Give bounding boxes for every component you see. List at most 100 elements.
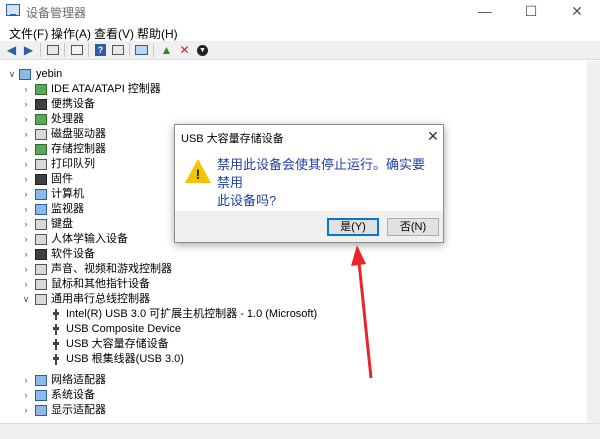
monitor-icon bbox=[35, 204, 47, 215]
usb-icon bbox=[52, 309, 60, 320]
dialog-body: ! 禁用此设备会使其停止运行。确实要禁用 此设备吗? bbox=[175, 147, 443, 211]
close-button[interactable]: ✕ bbox=[554, 0, 600, 22]
tree-item-label: 计算机 bbox=[51, 188, 84, 200]
disk-drive-icon bbox=[35, 129, 47, 140]
tree-item-label: USB 根集线器(USB 3.0) bbox=[66, 353, 184, 365]
minimize-button[interactable]: — bbox=[462, 0, 508, 22]
chevron-down-icon[interactable]: ∨ bbox=[7, 67, 17, 82]
tree-item-label: 磁盘驱动器 bbox=[51, 128, 106, 140]
back-icon[interactable]: ◀ bbox=[4, 43, 19, 57]
toolbar-separator bbox=[129, 43, 130, 57]
tree-item-label: 网络适配器 bbox=[51, 374, 106, 386]
chevron-right-icon[interactable]: › bbox=[21, 217, 31, 232]
status-bar bbox=[0, 423, 600, 439]
usb-icon bbox=[52, 324, 60, 335]
chevron-right-icon[interactable]: › bbox=[21, 112, 31, 127]
portable-device-icon bbox=[35, 99, 47, 110]
uninstall-device-icon[interactable]: ✕ bbox=[177, 43, 192, 57]
menu-bar: 文件(F) 操作(A) 查看(V) 帮助(H) bbox=[0, 22, 600, 41]
disable-device-icon[interactable]: ▼ bbox=[195, 43, 210, 57]
menu-help[interactable]: 帮助(H) bbox=[137, 25, 178, 42]
properties-list-icon[interactable] bbox=[45, 43, 60, 57]
update-driver-icon[interactable]: ▲ bbox=[159, 43, 174, 57]
storage-controller-icon bbox=[35, 144, 47, 155]
vertical-scrollbar[interactable] bbox=[587, 61, 600, 423]
tree-item-label: 系统设备 bbox=[51, 389, 95, 401]
tree-item-label: IDE ATA/ATAPI 控制器 bbox=[51, 83, 161, 95]
menu-action[interactable]: 操作(A) bbox=[51, 25, 91, 42]
help-icon[interactable]: ? bbox=[93, 43, 108, 57]
computer-icon bbox=[35, 189, 47, 200]
confirm-disable-dialog: USB 大容量存储设备 ✕ ! 禁用此设备会使其停止运行。确实要禁用 此设备吗?… bbox=[174, 124, 444, 243]
window-title: 设备管理器 bbox=[26, 6, 87, 20]
show-hide-tree-icon[interactable] bbox=[69, 43, 84, 57]
no-button[interactable]: 否(N) bbox=[387, 218, 439, 236]
chevron-right-icon[interactable]: › bbox=[21, 142, 31, 157]
software-device-icon bbox=[35, 249, 47, 260]
chevron-right-icon[interactable]: › bbox=[21, 82, 31, 97]
toolbar-separator bbox=[64, 43, 65, 57]
tree-item-label: 打印队列 bbox=[51, 158, 95, 170]
properties-icon[interactable] bbox=[110, 43, 125, 57]
toolbar-separator bbox=[40, 43, 41, 57]
firmware-icon bbox=[35, 174, 47, 185]
tree-item-label: 存储控制器 bbox=[51, 143, 106, 155]
dialog-message-line: 禁用此设备会使其停止运行。确实要禁用 bbox=[217, 157, 426, 190]
chevron-right-icon[interactable]: › bbox=[21, 247, 31, 262]
tree-item-label: 鼠标和其他指针设备 bbox=[51, 278, 150, 290]
forward-icon[interactable]: ▶ bbox=[21, 43, 36, 57]
maximize-button[interactable]: ☐ bbox=[508, 0, 554, 22]
chevron-right-icon[interactable]: › bbox=[21, 187, 31, 202]
tree-item-label: 通用串行总线控制器 bbox=[51, 293, 150, 305]
chevron-right-icon[interactable]: › bbox=[21, 97, 31, 112]
yes-button[interactable]: 是(Y) bbox=[327, 218, 379, 236]
tree-item-label: 监视器 bbox=[51, 203, 84, 215]
chevron-right-icon[interactable]: › bbox=[21, 277, 31, 292]
keyboard-icon bbox=[35, 219, 47, 230]
menu-file[interactable]: 文件(F) bbox=[9, 25, 48, 42]
toolbar-separator bbox=[88, 43, 89, 57]
dialog-close-icon[interactable]: ✕ bbox=[425, 127, 441, 145]
tree-root-label: yebin bbox=[36, 68, 63, 80]
usb-icon bbox=[52, 339, 60, 350]
usb-controller-icon bbox=[35, 294, 47, 305]
tree-item-label: 显示适配器 bbox=[51, 404, 106, 416]
chevron-right-icon[interactable]: › bbox=[21, 202, 31, 217]
printer-icon bbox=[35, 159, 47, 170]
tree-item-label: 便携设备 bbox=[51, 98, 95, 110]
chevron-right-icon[interactable]: › bbox=[21, 157, 31, 172]
tree-item-label: 处理器 bbox=[51, 113, 84, 125]
dialog-title: USB 大容量存储设备 bbox=[181, 133, 284, 145]
tree-item-label: Intel(R) USB 3.0 可扩展主机控制器 - 1.0 (Microso… bbox=[66, 308, 318, 320]
toolbar-separator bbox=[153, 43, 154, 57]
dialog-message: 禁用此设备会使其停止运行。确实要禁用 此设备吗? bbox=[217, 156, 437, 210]
hid-icon bbox=[35, 234, 47, 245]
tree-item-label: 人体学输入设备 bbox=[51, 233, 128, 245]
chevron-right-icon[interactable]: › bbox=[21, 127, 31, 142]
tree-item-label: USB Composite Device bbox=[66, 323, 181, 335]
mouse-icon bbox=[35, 279, 47, 290]
system-device-icon bbox=[35, 390, 47, 401]
tree-item-label: 软件设备 bbox=[51, 248, 95, 260]
chevron-down-icon[interactable]: ∨ bbox=[21, 292, 31, 307]
usb-icon bbox=[52, 354, 60, 365]
ide-controller-icon bbox=[35, 84, 47, 95]
menu-view[interactable]: 查看(V) bbox=[94, 25, 134, 42]
chevron-right-icon[interactable]: › bbox=[21, 262, 31, 277]
chevron-right-icon[interactable]: › bbox=[21, 403, 31, 418]
chevron-right-icon[interactable]: › bbox=[21, 232, 31, 247]
chevron-right-icon[interactable]: › bbox=[21, 388, 31, 403]
dialog-message-line: 此设备吗? bbox=[217, 193, 277, 208]
scan-hardware-icon[interactable] bbox=[134, 43, 149, 57]
device-manager-icon bbox=[6, 4, 20, 16]
computer-root-icon bbox=[19, 69, 31, 80]
sound-icon bbox=[35, 264, 47, 275]
network-adapter-icon bbox=[35, 375, 47, 386]
title-bar: 设备管理器 — ☐ ✕ bbox=[0, 0, 600, 22]
display-adapter-icon bbox=[35, 405, 47, 416]
chevron-right-icon[interactable]: › bbox=[21, 373, 31, 388]
chevron-right-icon[interactable]: › bbox=[21, 172, 31, 187]
tree-item-label: USB 大容量存储设备 bbox=[66, 338, 169, 350]
dialog-title-bar: USB 大容量存储设备 ✕ bbox=[175, 125, 443, 147]
tree-item-label: 声音、视频和游戏控制器 bbox=[51, 263, 172, 275]
